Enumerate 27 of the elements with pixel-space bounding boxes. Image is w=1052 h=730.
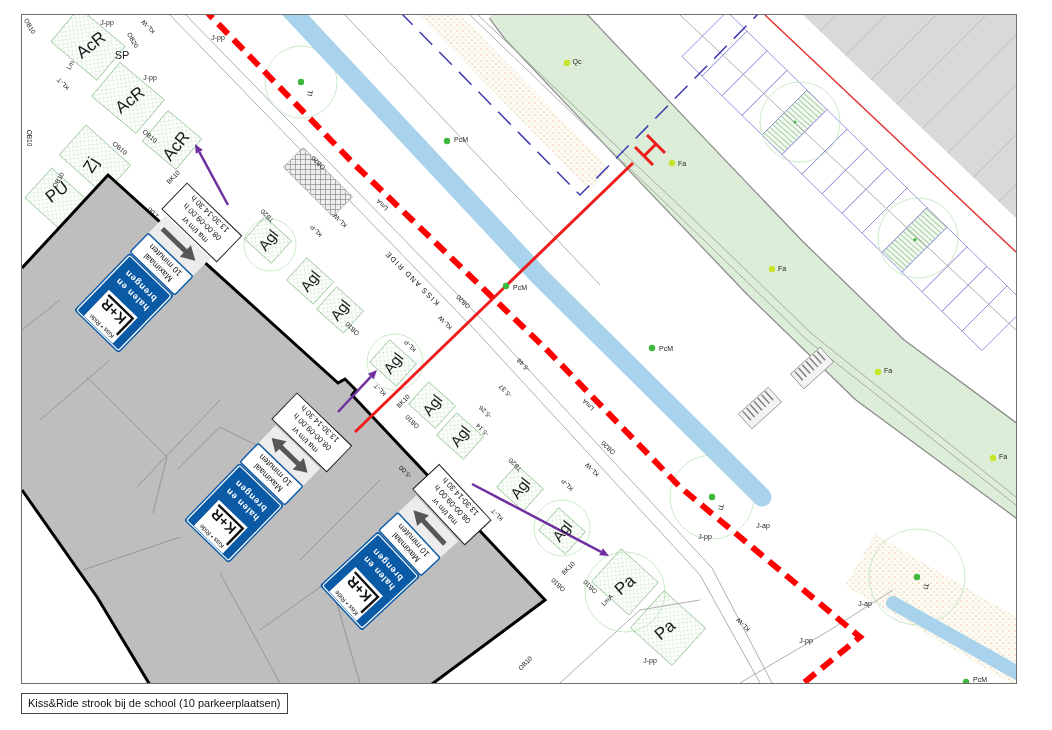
parking-bay bbox=[921, 246, 988, 312]
plant-code: Pa bbox=[650, 616, 680, 644]
parking-bay bbox=[721, 50, 788, 116]
plant-code: Agl bbox=[254, 226, 282, 254]
parking-bay bbox=[941, 265, 1008, 332]
plant-code: Agl bbox=[379, 349, 407, 377]
canopy-circle bbox=[533, 499, 591, 557]
plant-code: Zj bbox=[79, 153, 103, 177]
plant-code: Agl bbox=[296, 267, 324, 295]
parking-bay bbox=[741, 69, 808, 136]
parking-bay bbox=[841, 167, 908, 234]
parking-bay bbox=[821, 148, 888, 214]
plant-code: Agl bbox=[506, 474, 534, 502]
parking-bay bbox=[781, 109, 848, 175]
parking-bay bbox=[701, 30, 768, 97]
tree-marker-icon bbox=[793, 120, 797, 124]
parking-bay bbox=[801, 128, 868, 195]
map-caption: Kiss&Ride strook bij de school (10 parkeerplaatsen) bbox=[21, 693, 288, 714]
plant-code: Agl bbox=[446, 422, 474, 450]
planted-bay bbox=[881, 207, 948, 273]
tree-marker-icon bbox=[913, 238, 917, 242]
plan-code: SP bbox=[114, 49, 130, 61]
planted-bay bbox=[761, 89, 828, 156]
plant-code: AcR bbox=[111, 82, 149, 118]
plant-code: Agl bbox=[548, 517, 576, 545]
planting-bed bbox=[538, 507, 586, 555]
plant-code: Agl bbox=[418, 391, 446, 419]
